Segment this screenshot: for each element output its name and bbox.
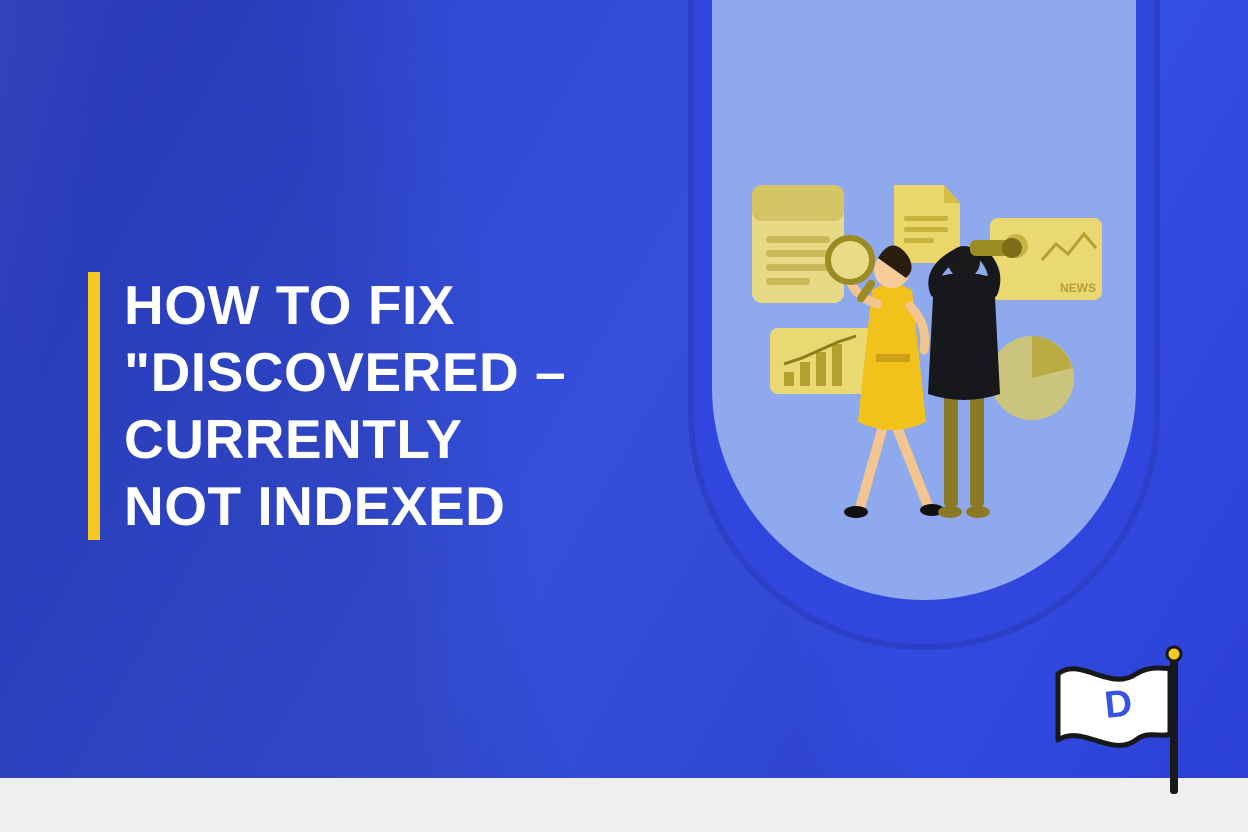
page-title: HOW TO FIX "DISCOVERED – CURRENTLY NOT I…	[124, 272, 566, 540]
title-block: HOW TO FIX "DISCOVERED – CURRENTLY NOT I…	[88, 272, 566, 540]
document-sheet-icon	[752, 185, 844, 303]
binoculars-icon	[970, 238, 1022, 258]
illustration-group: NEWS	[712, 0, 1136, 600]
banner-root: NEWS	[0, 0, 1248, 832]
brand-flag-logo: D	[1040, 644, 1200, 804]
news-panel-icon: NEWS	[990, 218, 1102, 300]
news-label-text: NEWS	[1060, 281, 1096, 295]
flag-letter: D	[1103, 682, 1135, 727]
bar-chart-panel-icon	[770, 328, 878, 394]
pie-chart-icon	[990, 336, 1074, 420]
capsule-inner-panel: NEWS	[712, 0, 1136, 600]
accent-bar	[88, 272, 100, 540]
